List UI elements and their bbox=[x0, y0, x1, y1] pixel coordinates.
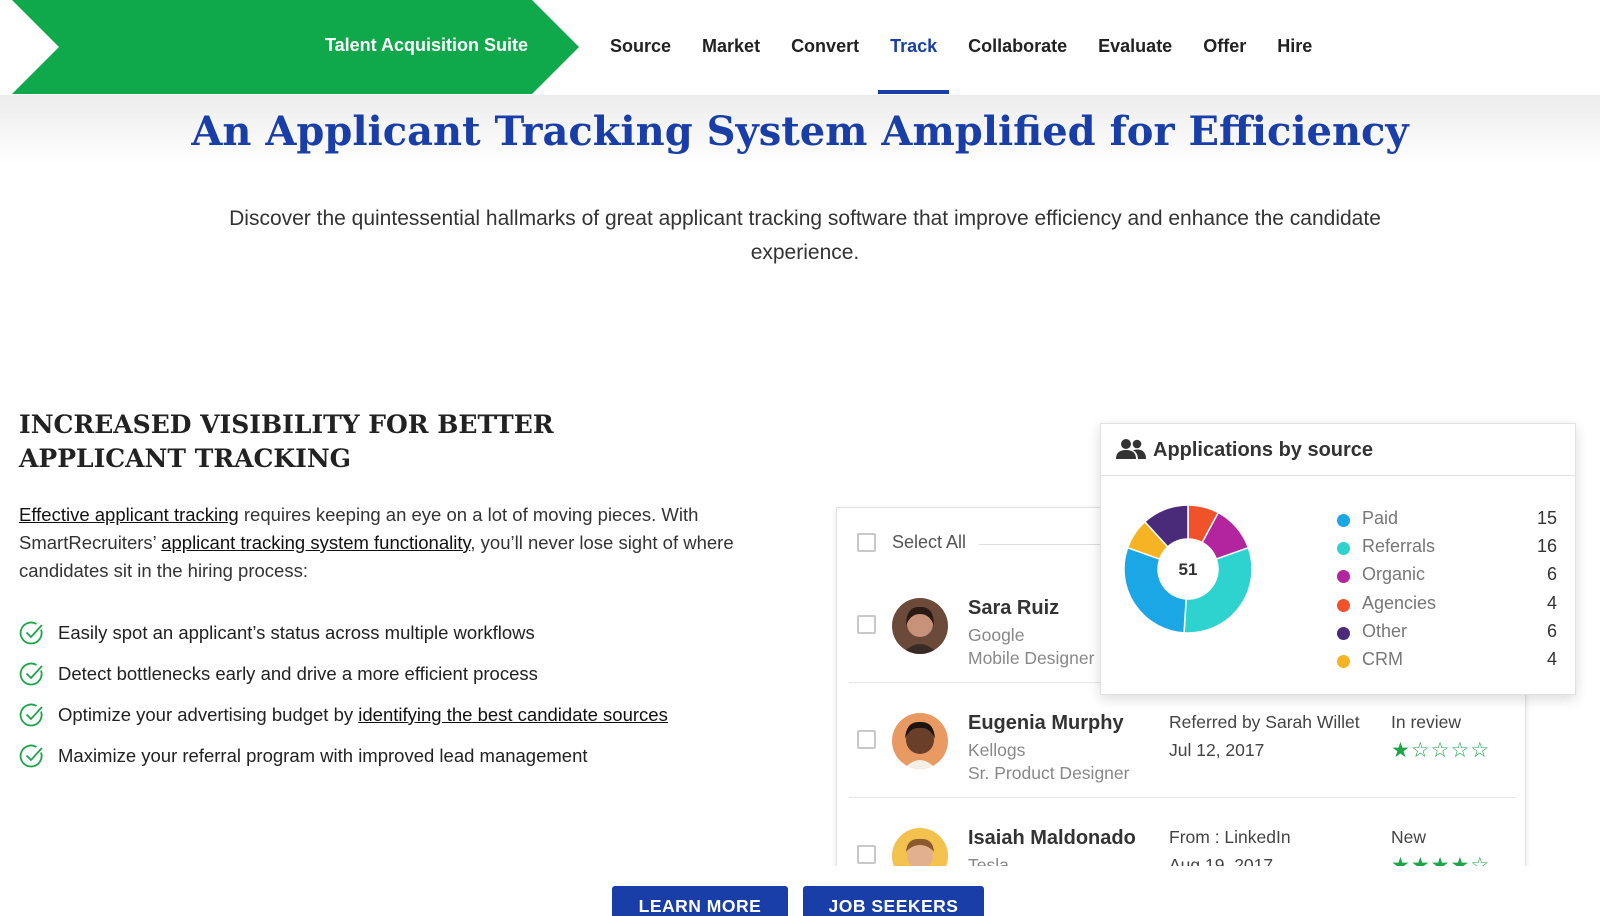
legend-item: CRM 4 bbox=[1337, 647, 1557, 675]
star-empty-icon[interactable]: ☆ bbox=[1450, 739, 1470, 762]
candidate-name: Sara Ruiz bbox=[968, 597, 1060, 619]
ats-functionality-link[interactable]: applicant tracking system functionality bbox=[161, 532, 470, 553]
candidate-row[interactable]: Eugenia Murphy Kellogs Sr. Product Desig… bbox=[849, 682, 1515, 797]
feature-item: Easily spot an applicant’s status across… bbox=[19, 612, 779, 653]
legend-item: Paid 15 bbox=[1337, 506, 1557, 534]
star-empty-icon[interactable]: ☆ bbox=[1431, 739, 1451, 762]
nav-link-market[interactable]: Market bbox=[690, 0, 772, 94]
legend-dot-icon bbox=[1337, 654, 1350, 668]
nav-link-collaborate[interactable]: Collaborate bbox=[956, 0, 1079, 94]
effective-applicant-tracking-link[interactable]: Effective applicant tracking bbox=[19, 504, 239, 525]
bottom-fade bbox=[0, 866, 1600, 916]
section-title: INCREASED VISIBILITY FOR BETTER APPLICAN… bbox=[19, 410, 554, 473]
legend-value: 4 bbox=[1546, 592, 1557, 613]
avatar bbox=[892, 598, 948, 654]
donut-total: 51 bbox=[1179, 560, 1198, 579]
donut-slice-paid bbox=[1123, 546, 1187, 634]
legend-value: 6 bbox=[1546, 564, 1557, 585]
legend-dot-icon bbox=[1337, 598, 1350, 612]
row-checkbox[interactable] bbox=[857, 845, 876, 864]
feature-text: Maximize your referral program with impr… bbox=[58, 744, 588, 766]
legend-dot-icon bbox=[1337, 570, 1350, 584]
star-empty-icon[interactable]: ☆ bbox=[1411, 739, 1431, 762]
candidate-status: New bbox=[1391, 827, 1427, 847]
legend-label: Paid bbox=[1362, 508, 1399, 528]
legend-item: Other 6 bbox=[1337, 619, 1557, 647]
nav-link-convert[interactable]: Convert bbox=[779, 0, 871, 94]
card-header: Applications by source bbox=[1101, 424, 1575, 476]
source-legend: Paid 15 Referrals 16 Organic 6 Agencies 4 Ot… bbox=[1337, 506, 1557, 675]
candidate-status: In review bbox=[1391, 712, 1462, 732]
candidate-company: Kellogs bbox=[968, 740, 1026, 760]
feature-item: Maximize your referral program with impr… bbox=[19, 735, 779, 776]
feature-item: Optimize your advertising budget by iden… bbox=[19, 694, 779, 735]
learn-more-button[interactable]: LEARN MORE bbox=[612, 886, 788, 916]
select-all-checkbox[interactable] bbox=[857, 533, 876, 552]
page-title: An Applicant Tracking System Amplified f… bbox=[191, 108, 1409, 155]
candidate-date: Jul 12, 2017 bbox=[1169, 740, 1265, 760]
legend-value: 6 bbox=[1546, 620, 1557, 641]
candidate-sources-link[interactable]: identifying the best candidate sources bbox=[358, 704, 668, 725]
legend-value: 16 bbox=[1536, 536, 1557, 557]
check-circle-icon bbox=[19, 662, 43, 685]
candidate-company: Google bbox=[968, 625, 1025, 645]
job-seekers-button[interactable]: JOB SEEKERS bbox=[803, 886, 984, 916]
candidate-role: Sr. Product Designer bbox=[968, 763, 1130, 783]
feature-text: Easily spot an applicant’s status across… bbox=[58, 621, 535, 643]
legend-item: Organic 6 bbox=[1337, 562, 1557, 590]
candidate-name: Eugenia Murphy bbox=[968, 712, 1124, 734]
nav-link-hire[interactable]: Hire bbox=[1265, 0, 1324, 94]
check-circle-icon bbox=[19, 744, 43, 767]
page-subtitle: Discover the quintessential hallmarks of… bbox=[229, 207, 1381, 264]
nav-link-evaluate[interactable]: Evaluate bbox=[1086, 0, 1184, 94]
nav-link-offer[interactable]: Offer bbox=[1191, 0, 1258, 94]
select-all[interactable]: Select All bbox=[857, 532, 966, 553]
feature-text-prefix: Optimize your advertising budget by bbox=[58, 703, 359, 725]
legend-label: Referrals bbox=[1362, 536, 1436, 557]
candidate-source: Referred by Sarah Willet bbox=[1169, 712, 1360, 732]
feature-item: Detect bottlenecks early and drive a mor… bbox=[19, 653, 779, 694]
row-checkbox[interactable] bbox=[857, 615, 876, 634]
feature-list: Easily spot an applicant’s status across… bbox=[19, 612, 779, 776]
feature-text: Optimize your advertising budget by iden… bbox=[58, 704, 668, 726]
feature-text: Detect bottlenecks early and drive a mor… bbox=[58, 662, 538, 684]
applications-by-source-card: Applications by source 51 Paid 15 Referra… bbox=[1100, 423, 1576, 695]
nav-links: Source Market Convert Track Collaborate … bbox=[598, 0, 1331, 94]
legend-label: Other bbox=[1362, 620, 1408, 641]
candidate-role: Mobile Designer bbox=[968, 648, 1095, 668]
select-all-label: Select All bbox=[892, 532, 967, 552]
legend-item: Referrals 16 bbox=[1337, 534, 1557, 562]
avatar bbox=[892, 713, 948, 769]
section-intro: Effective applicant tracking requires ke… bbox=[19, 501, 739, 585]
nav-link-source[interactable]: Source bbox=[598, 0, 683, 94]
row-checkbox[interactable] bbox=[857, 730, 876, 749]
legend-dot-icon bbox=[1337, 626, 1350, 640]
legend-item: Agencies 4 bbox=[1337, 591, 1557, 619]
nav-link-track[interactable]: Track bbox=[878, 0, 950, 94]
top-navigation: Talent Acquisition Suite Source Market C… bbox=[0, 0, 1600, 95]
legend-label: Organic bbox=[1362, 564, 1426, 585]
check-circle-icon bbox=[19, 621, 43, 644]
star-empty-icon[interactable]: ☆ bbox=[1470, 739, 1490, 762]
candidate-name: Isaiah Maldonado bbox=[968, 827, 1136, 849]
check-circle-icon bbox=[19, 703, 43, 726]
legend-value: 15 bbox=[1536, 508, 1557, 528]
legend-dot-icon bbox=[1337, 542, 1350, 556]
legend-value: 4 bbox=[1546, 648, 1557, 669]
rating-stars[interactable]: ★☆☆☆☆ bbox=[1391, 738, 1490, 763]
source-donut-chart: 51 bbox=[1123, 504, 1253, 634]
people-icon bbox=[1116, 439, 1146, 459]
legend-label: Agencies bbox=[1362, 592, 1437, 613]
suite-label[interactable]: Talent Acquisition Suite bbox=[325, 35, 528, 56]
candidate-source: From : LinkedIn bbox=[1169, 827, 1291, 847]
card-title: Applications by source bbox=[1153, 439, 1374, 461]
legend-label: CRM bbox=[1362, 648, 1403, 669]
star-filled-icon[interactable]: ★ bbox=[1391, 739, 1411, 762]
legend-dot-icon bbox=[1337, 514, 1350, 527]
